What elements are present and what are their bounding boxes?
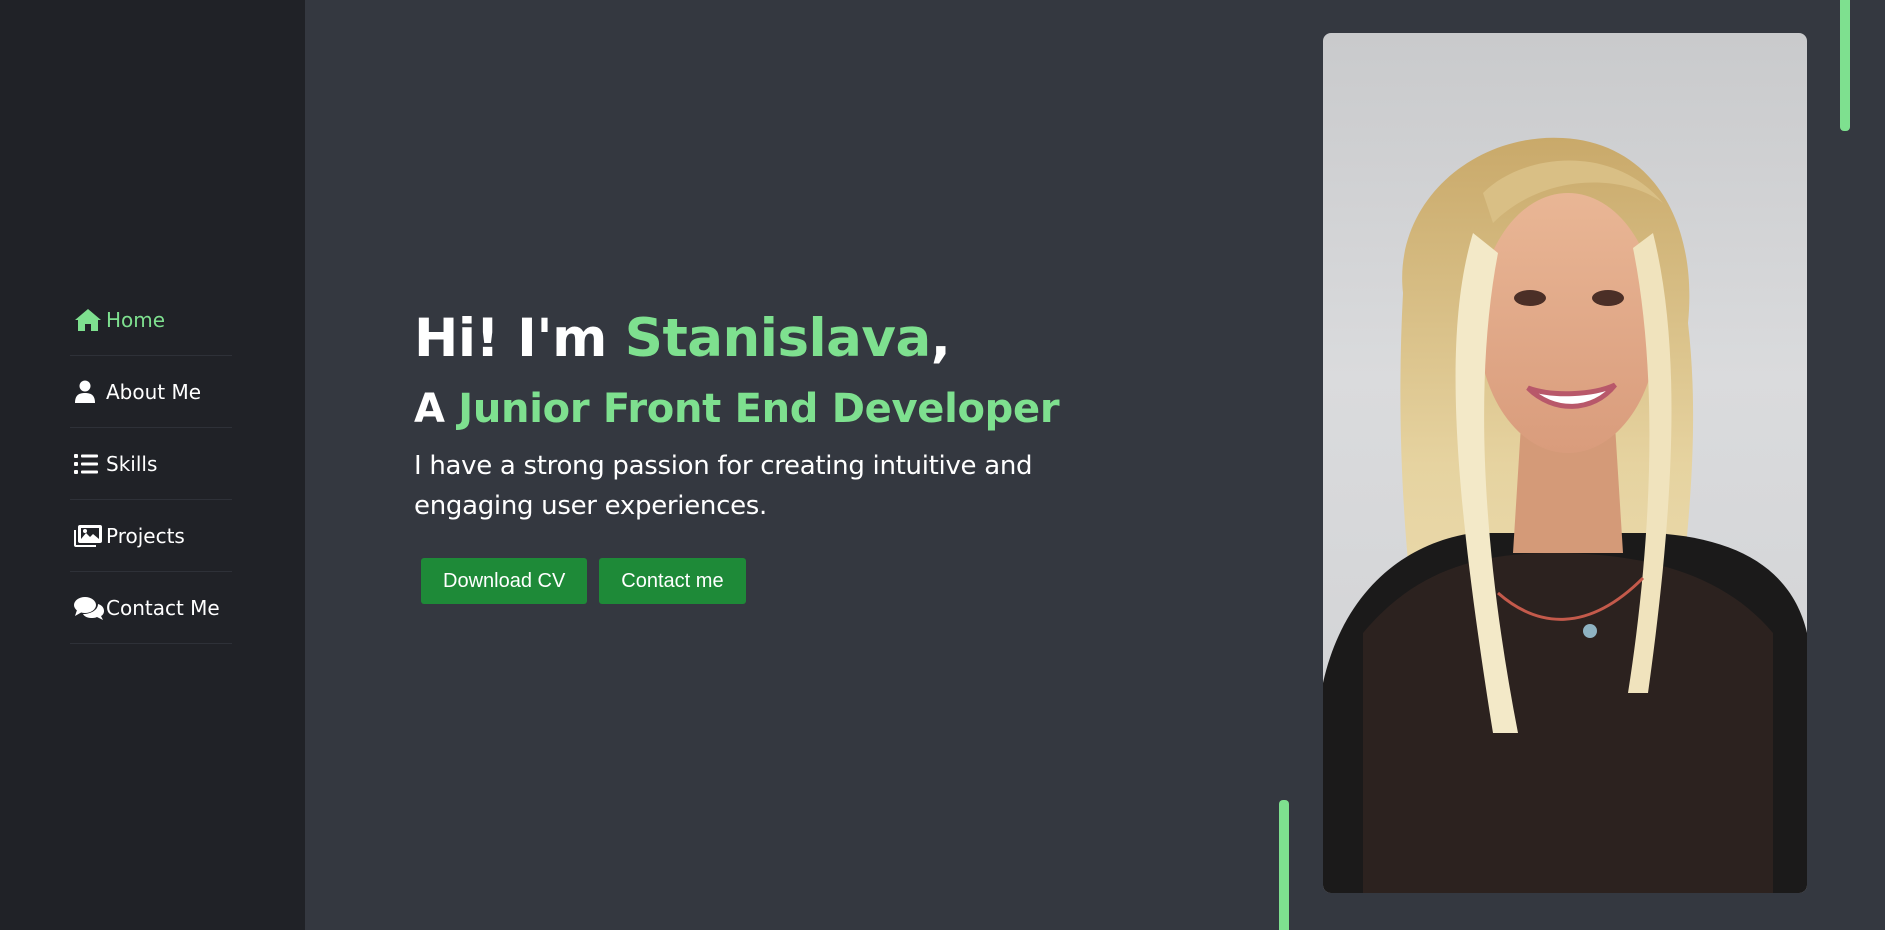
decorative-accent-bar <box>1279 800 1289 930</box>
sidebar-item-label: Skills <box>106 451 158 476</box>
images-icon <box>74 524 104 548</box>
user-icon <box>74 380 104 404</box>
sidebar-item-label: Projects <box>106 523 185 548</box>
sidebar-nav: Home About Me Skills Projects Contact Me <box>70 284 232 644</box>
hero-buttons: Download CV Contact me <box>414 558 1114 604</box>
sidebar-item-about[interactable]: About Me <box>70 356 232 428</box>
hero-role-heading: A Junior Front End Developer <box>414 378 1114 440</box>
role-prefix: A <box>414 386 459 432</box>
profile-photo <box>1323 33 1807 893</box>
hero-name: Stanislava <box>624 308 931 369</box>
comments-icon <box>74 596 104 620</box>
sidebar-item-label: Contact Me <box>106 595 220 620</box>
contact-me-button[interactable]: Contact me <box>599 558 746 604</box>
decorative-accent-bar <box>1840 0 1850 131</box>
sidebar-item-label: About Me <box>106 379 202 404</box>
greeting-suffix: , <box>930 308 951 369</box>
sidebar-item-skills[interactable]: Skills <box>70 428 232 500</box>
sidebar-item-label: Home <box>106 307 166 332</box>
greeting-prefix: Hi! I'm <box>414 308 625 369</box>
hero-section: Hi! I'm Stanislava, A Junior Front End D… <box>414 300 1114 604</box>
list-icon <box>74 452 104 476</box>
sidebar-item-home[interactable]: Home <box>70 284 232 356</box>
hero-role: Junior Front End Developer <box>458 386 1060 432</box>
sidebar-item-contact[interactable]: Contact Me <box>70 572 232 644</box>
home-icon <box>74 308 104 332</box>
hero-heading: Hi! I'm Stanislava, <box>414 300 1114 378</box>
sidebar-item-projects[interactable]: Projects <box>70 500 232 572</box>
sidebar: Home About Me Skills Projects Contact Me <box>0 0 305 930</box>
hero-description: I have a strong passion for creating int… <box>414 451 1033 521</box>
portfolio-page: Home About Me Skills Projects Contact Me… <box>0 0 1885 930</box>
download-cv-button[interactable]: Download CV <box>421 558 588 604</box>
